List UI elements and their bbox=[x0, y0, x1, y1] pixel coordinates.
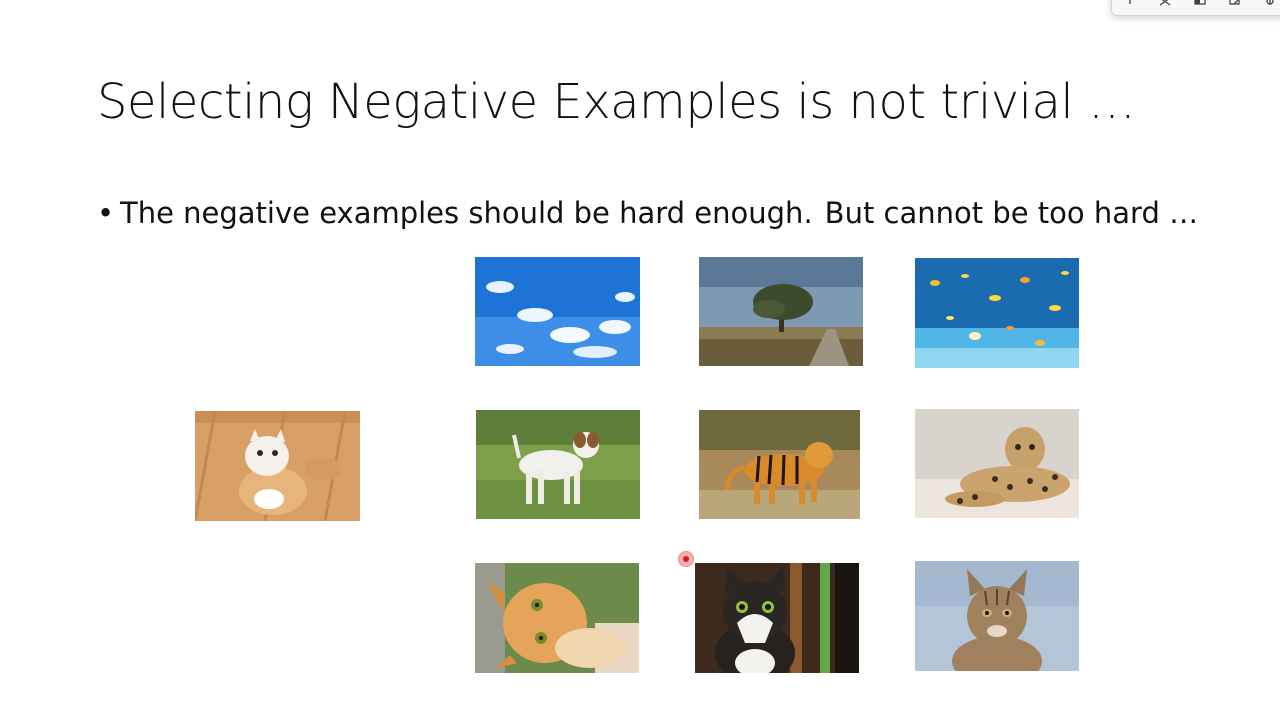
image-anchor-cat bbox=[195, 411, 360, 521]
image-leopard bbox=[915, 409, 1079, 518]
bullet-marker: • bbox=[97, 196, 115, 230]
slide-title: Selecting Negative Examples is not trivi… bbox=[97, 74, 1136, 130]
image-tabby-cat bbox=[915, 561, 1079, 671]
image-tiger bbox=[699, 410, 860, 519]
pin-icon[interactable] bbox=[1120, 0, 1140, 11]
laser-pointer-dot bbox=[683, 556, 689, 562]
edit-icon[interactable] bbox=[1225, 0, 1245, 11]
slide: Selecting Negative Examples is not trivi… bbox=[0, 0, 1280, 720]
settings-icon[interactable] bbox=[1260, 0, 1280, 11]
bullet-item: • The negative examples should be hard en… bbox=[97, 196, 1198, 236]
bullet-text-part1: The negative examples should be hard eno… bbox=[120, 196, 813, 230]
image-tuxedo-cat bbox=[695, 563, 859, 673]
image-sky bbox=[475, 257, 640, 366]
image-orange-kitten bbox=[475, 563, 639, 673]
floating-toolbar bbox=[1111, 0, 1280, 16]
window-icon[interactable] bbox=[1190, 0, 1210, 11]
image-tree bbox=[699, 257, 863, 366]
laser-pointer bbox=[678, 551, 694, 567]
image-dog bbox=[476, 410, 640, 519]
image-fish bbox=[915, 258, 1079, 368]
scissors-icon[interactable] bbox=[1155, 0, 1175, 11]
bullet-text-part2: But cannot be too hard … bbox=[824, 196, 1199, 230]
